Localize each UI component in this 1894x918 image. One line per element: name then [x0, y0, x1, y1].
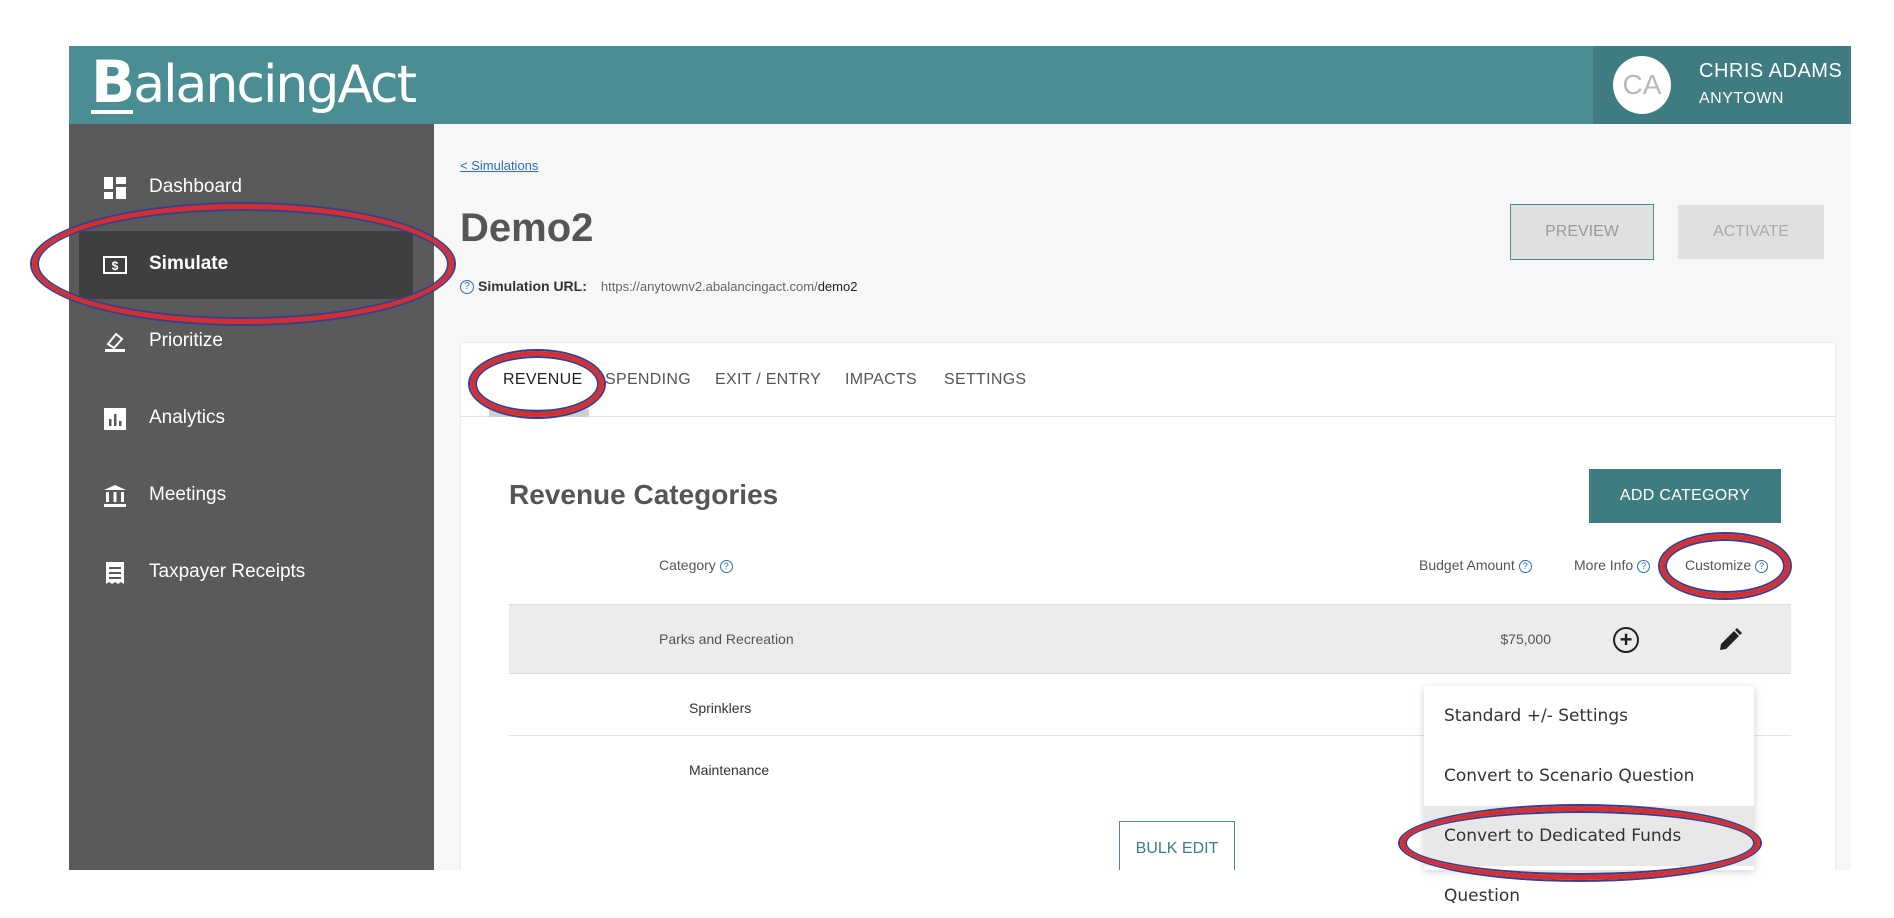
svg-text:$: $	[112, 259, 119, 273]
active-tab-indicator	[489, 409, 589, 417]
simulation-url: ? Simulation URL: https://anytownv2.abalan…	[460, 278, 857, 295]
breadcrumb-simulations-link[interactable]: < Simulations	[460, 158, 538, 173]
budget-amount: $75,000	[1500, 631, 1551, 647]
sidebar: Dashboard $ Simulate Prioritize Analytic…	[69, 124, 434, 870]
dollar-bill-icon: $	[103, 253, 127, 277]
menu-item-dedicated-funds-question[interactable]: Convert to Dedicated Funds Question	[1424, 806, 1754, 906]
page-title: Demo2	[460, 206, 594, 250]
balancing-act-logo[interactable]: BalancingAct	[91, 53, 417, 115]
customize-dropdown-menu: Standard +/- Settings Convert to Scenari…	[1424, 686, 1754, 906]
sidebar-item-prioritize[interactable]: Prioritize	[79, 308, 413, 376]
avatar: CA	[1613, 56, 1671, 114]
category-name: Maintenance	[689, 762, 770, 778]
eraser-icon	[103, 330, 127, 354]
user-menu[interactable]: CA CHRIS ADAMS ANYTOWN	[1593, 46, 1851, 124]
activate-button[interactable]: ACTIVATE	[1678, 205, 1824, 259]
menu-item-scenario-question[interactable]: Convert to Scenario Question	[1424, 746, 1754, 806]
user-town: ANYTOWN	[1699, 90, 1784, 107]
tab-spending[interactable]: SPENDING	[605, 371, 691, 389]
column-header-more-info: More Info?	[1574, 557, 1651, 573]
tab-settings[interactable]: SETTINGS	[944, 371, 1026, 389]
help-icon[interactable]: ?	[1755, 559, 1769, 573]
tab-revenue[interactable]: REVENUE	[503, 371, 582, 389]
pencil-icon[interactable]	[1717, 627, 1745, 655]
tab-impacts[interactable]: IMPACTS	[845, 371, 917, 389]
building-icon	[103, 484, 127, 508]
bar-chart-icon	[103, 407, 127, 431]
preview-button[interactable]: PREVIEW	[1510, 204, 1654, 260]
dashboard-icon	[103, 176, 127, 200]
column-header-budget-amount: Budget Amount?	[1419, 557, 1532, 573]
add-category-button[interactable]: ADD CATEGORY	[1589, 469, 1781, 523]
column-header-customize: Customize?	[1685, 557, 1769, 573]
help-icon[interactable]: ?	[719, 559, 733, 573]
help-icon[interactable]: ?	[1518, 559, 1532, 573]
help-icon[interactable]: ?	[460, 280, 474, 295]
table-row[interactable]: Parks and Recreation $75,000 +	[509, 604, 1791, 674]
help-icon[interactable]: ?	[1637, 559, 1651, 573]
plus-circle-icon[interactable]: +	[1613, 627, 1639, 653]
sidebar-item-taxpayer-receipts[interactable]: Taxpayer Receipts	[79, 539, 413, 607]
sidebar-item-simulate[interactable]: $ Simulate	[79, 231, 413, 299]
bulk-edit-button[interactable]: BULK EDIT	[1119, 821, 1235, 870]
tab-bar: REVENUE SPENDING EXIT / ENTRY IMPACTS SE…	[461, 343, 1835, 417]
section-title: Revenue Categories	[509, 479, 779, 510]
sidebar-item-analytics[interactable]: Analytics	[79, 385, 413, 453]
category-name: Parks and Recreation	[659, 631, 794, 647]
category-name: Sprinklers	[689, 700, 752, 716]
user-name: CHRIS ADAMS	[1699, 60, 1843, 82]
app-header: BalancingAct CA CHRIS ADAMS ANYTOWN	[69, 46, 1851, 124]
column-header-category: Category?	[659, 557, 733, 573]
receipt-icon	[103, 561, 127, 585]
sidebar-item-dashboard[interactable]: Dashboard	[79, 154, 413, 222]
sidebar-item-meetings[interactable]: Meetings	[79, 462, 413, 530]
menu-item-standard-settings[interactable]: Standard +/- Settings	[1424, 686, 1754, 746]
tab-exit-entry[interactable]: EXIT / ENTRY	[715, 371, 821, 389]
